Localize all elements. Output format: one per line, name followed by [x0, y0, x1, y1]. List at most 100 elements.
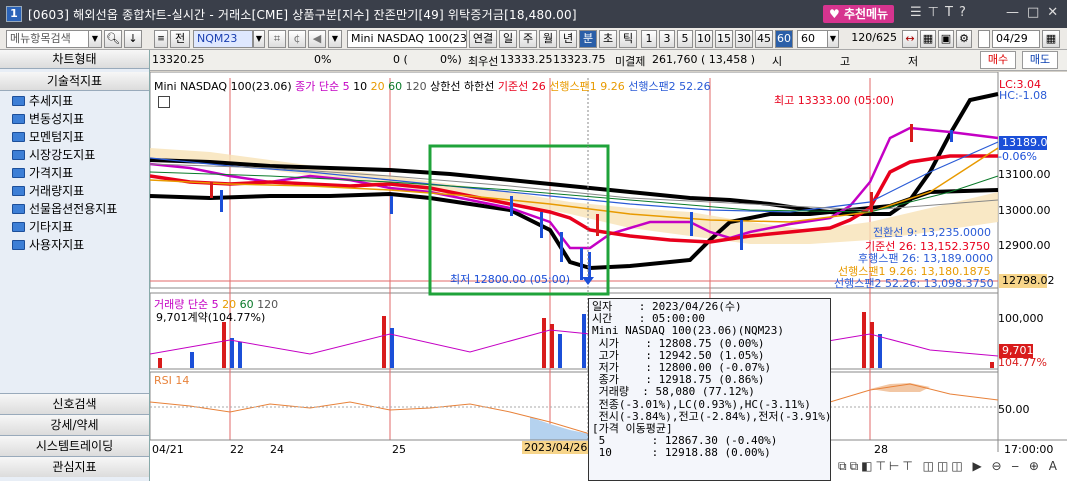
date-checkbox[interactable]	[978, 30, 990, 48]
open-interest-label: 미결제	[615, 55, 646, 68]
date-input[interactable]: 04/29	[992, 30, 1040, 48]
buy-button[interactable]: 매수	[980, 51, 1016, 69]
list-item[interactable]: 선물옵션전용지표	[0, 200, 149, 218]
code-dropdown-icon[interactable]: ▼	[253, 30, 265, 48]
gear-icon[interactable]: ⚙	[956, 30, 972, 48]
minute-15[interactable]: 15	[715, 30, 733, 48]
list-item-label: 가격지표	[29, 166, 74, 180]
minute-1[interactable]: 1	[641, 30, 657, 48]
calc-icon[interactable]: ⌗	[268, 30, 286, 48]
folder-icon	[12, 132, 25, 142]
list-item[interactable]: 가격지표	[0, 164, 149, 182]
close-icon[interactable]: ✕	[1047, 5, 1058, 20]
pin-icon[interactable]: ⊤	[928, 5, 939, 20]
window-titlebar: 1 [0603] 해외선옵 종합차트-실시간 - 거래소[CME] 상품구분[지…	[0, 0, 1067, 28]
legend-lead1: 선행스팬1 9.26	[549, 80, 625, 93]
legend-ma120: 120	[405, 80, 427, 93]
tooltip-line: 시가 : 12808.75 (0.00%)	[592, 336, 765, 350]
help-icon[interactable]: ?	[959, 5, 966, 20]
current-price-tag: 13189.00	[999, 136, 1055, 150]
dropdown-arrow-icon[interactable]: ▼	[88, 30, 102, 48]
strength-tab[interactable]: 강세/약세	[0, 414, 149, 435]
x-label: 22	[230, 443, 244, 456]
folder-icon	[12, 240, 25, 250]
list-icon[interactable]: ≡	[154, 30, 168, 48]
legend-upper: 상한선	[430, 80, 461, 93]
list-item-label: 변동성지표	[29, 112, 85, 126]
open-interest: 261,760 ( 13,458 )	[652, 53, 756, 66]
list-item[interactable]: 거래량지표	[0, 182, 149, 200]
minute-30[interactable]: 30	[735, 30, 753, 48]
legend-ma20: 20	[370, 80, 385, 93]
grid-icon[interactable]	[158, 96, 170, 108]
folder-icon	[12, 150, 25, 160]
jeon-button[interactable]: 전	[170, 30, 190, 48]
minute-45[interactable]: 45	[755, 30, 773, 48]
volume-bars	[158, 312, 994, 368]
system-trading-tab[interactable]: 시스템트레이딩	[0, 435, 149, 456]
list-item-label: 기타지표	[29, 220, 74, 234]
product-name-field: Mini NASDAQ 100(23.0	[347, 30, 467, 48]
technical-indicator-tab[interactable]: 기술적지표	[0, 72, 149, 91]
search-icon[interactable]: 🔍︎	[104, 30, 122, 48]
list-item[interactable]: 기타지표	[0, 218, 149, 236]
period-tick[interactable]: 틱	[619, 30, 637, 48]
maximize-icon[interactable]: □	[1027, 5, 1039, 20]
count-field[interactable]: 120/625	[842, 30, 900, 48]
minute-value-input[interactable]: 60	[797, 30, 829, 48]
tooltip-line: 거래량 : 58,080 (77.12%)	[592, 385, 755, 399]
scroll-icon[interactable]: ↔	[902, 30, 918, 48]
ratio-icon[interactable]: ¢	[288, 30, 306, 48]
link-button[interactable]: 연결	[469, 30, 497, 48]
chart-settings-icon[interactable]: ▦	[920, 30, 936, 48]
list-item[interactable]: 시장강도지표	[0, 146, 149, 164]
bookmark-icon[interactable]: ☰	[910, 5, 922, 20]
window-title: [0603] 해외선옵 종합차트-실시간 - 거래소[CME] 상품구분[지수]…	[28, 7, 577, 22]
chart-area[interactable]: Mini NASDAQ 100(23.06) 종가 단순 5 10 20 60 …	[150, 72, 1067, 481]
period-year[interactable]: 년	[559, 30, 577, 48]
list-item-label: 시장강도지표	[29, 148, 96, 162]
chart-tools-bar[interactable]: ⧉⧉◧⊤⊢⊤ ◫◫◫ ▶ ⊖ ‒ ⊕ A	[838, 459, 1060, 474]
legend-ma60: 60	[388, 80, 403, 93]
minute-5[interactable]: 5	[677, 30, 693, 48]
x-label: 04/21	[152, 443, 184, 456]
legend-ma10: 10	[353, 80, 368, 93]
signal-search-tab[interactable]: 신호검색	[0, 393, 149, 414]
minute-60[interactable]: 60	[775, 30, 793, 48]
low-price-tag: 12798.02	[999, 274, 1055, 288]
price-legend: Mini NASDAQ 100(23.06) 종가 단순 5 10 20 60 …	[154, 78, 711, 94]
sound-icon[interactable]: ◀	[308, 30, 326, 48]
period-month[interactable]: 월	[539, 30, 557, 48]
watch-indicator-tab[interactable]: 관심지표	[0, 456, 149, 477]
down-arrow-icon[interactable]: ↓	[124, 30, 142, 48]
code-input[interactable]: NQM23	[193, 30, 253, 48]
more-dropdown-icon[interactable]: ▼	[328, 30, 342, 48]
calendar-icon[interactable]: ▦	[1042, 30, 1060, 48]
save-icon[interactable]: ▣	[938, 30, 954, 48]
text-icon[interactable]: T	[945, 5, 953, 20]
sell-button[interactable]: 매도	[1022, 51, 1058, 69]
minute-10[interactable]: 10	[695, 30, 713, 48]
recommend-menu-button[interactable]: ♥ 추천메뉴	[823, 5, 895, 23]
legend-close-ma: 종가 단순	[295, 80, 340, 93]
recommend-menu-label: 추천메뉴	[843, 7, 889, 21]
price-tick: 13000.00	[998, 204, 1051, 217]
period-day[interactable]: 일	[499, 30, 517, 48]
minimize-icon[interactable]: —	[1006, 5, 1019, 20]
list-item[interactable]: 사용자지표	[0, 236, 149, 254]
legend-lead2: 선행스팬2 52.26	[628, 80, 711, 93]
list-item[interactable]: 추세지표	[0, 92, 149, 110]
chart-type-tab[interactable]: 차트형태	[0, 50, 149, 69]
minute-3[interactable]: 3	[659, 30, 675, 48]
current-pct: -0.06%	[998, 150, 1037, 163]
period-week[interactable]: 주	[519, 30, 537, 48]
period-minute[interactable]: 분	[579, 30, 597, 48]
folder-icon	[12, 96, 25, 106]
period-second[interactable]: 초	[599, 30, 617, 48]
indicator-sidebar: 차트형태 기술적지표 추세지표 변동성지표 모멘텀지표 시장강도지표 가격지표 …	[0, 50, 150, 481]
list-item[interactable]: 변동성지표	[0, 110, 149, 128]
list-item[interactable]: 모멘텀지표	[0, 128, 149, 146]
legend-base: 기준선 26	[497, 80, 546, 93]
minute-dropdown-icon[interactable]: ▼	[827, 30, 839, 48]
best-bid: 13323.75	[553, 53, 606, 66]
